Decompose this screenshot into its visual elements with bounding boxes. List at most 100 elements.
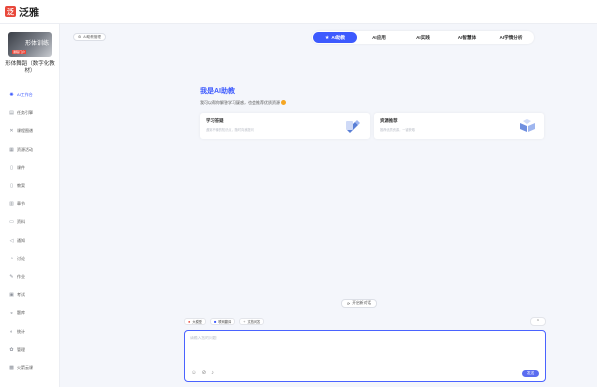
chat-input[interactable] [190, 336, 490, 346]
chevron-up-icon: ⌃ [535, 318, 541, 325]
sidebar-item[interactable]: ▦ 资源活动 [0, 141, 60, 159]
tab-item[interactable]: AI学情分析 [489, 32, 533, 43]
send-button[interactable]: 发送 [522, 370, 539, 377]
new-chat-label: 开启新对话 [352, 301, 372, 305]
course-thumbnail[interactable]: 形体训练 课程门户 [8, 32, 52, 57]
card-resource-recommend[interactable]: 资源推荐 推荐优质资源，一键获取 [374, 113, 544, 139]
feature-tabs: ★ AI助教 AI应用 AI实践 AI智慧体 AI学情分析 [312, 31, 534, 44]
grid-icon: ▦ [9, 146, 14, 153]
microphone-icon[interactable]: ♪ [211, 370, 214, 376]
sidebar-item[interactable]: ▣ 考试 [0, 286, 60, 304]
tab-item[interactable]: AI智慧体 [445, 32, 489, 43]
sidebar-item-label: 火箭云课 [17, 364, 33, 370]
sidebar-item[interactable]: ✕ 课程图谱 [0, 122, 60, 140]
ai-assistant-management-label: AI助教管理 [83, 34, 102, 39]
notebook-pen-icon [346, 120, 360, 133]
sidebar-item[interactable]: ◒ 题库 [0, 304, 60, 322]
lesson-plan-icon: ▯ [10, 183, 13, 190]
tab-label: AI助教 [331, 34, 346, 40]
question-bank-icon: ◒ [9, 310, 14, 317]
input-actions: ☺ ⊘ ♪ [191, 370, 214, 376]
sidebar-item[interactable]: ▯ 课件 [0, 159, 60, 177]
open-book-icon [520, 119, 535, 132]
sidebar-item[interactable]: ◁ 通知 [0, 232, 60, 250]
exam-icon: ▣ [9, 292, 14, 299]
doc-icon: ▯ [10, 164, 13, 171]
sidebar: 形体训练 课程门户 形体舞蹈（数字化教材） ✺ AI工作台 ▤ 任务引擎 ✕ 课程图谱 ▦ 资… [0, 24, 60, 387]
sidebar-item-label: 通知 [17, 237, 25, 243]
folder-icon: ▭ [9, 219, 14, 226]
sidebar-item-label: AI工作台 [17, 92, 33, 98]
robot-icon: ✺ [9, 92, 14, 99]
input-tool-button[interactable]: ■ 联网翻译 [209, 318, 236, 325]
logo-icon: 泛 [5, 6, 16, 17]
card-learning-qa[interactable]: 学习答疑 遇到不懂的知识点，随时向我提问 [200, 113, 370, 139]
sidebar-item-label: 考试 [17, 292, 25, 298]
chapter-icon: ▥ [9, 201, 14, 208]
sidebar-item[interactable]: ◐ 统计 [0, 322, 60, 340]
sidebar-item[interactable]: ▥ 章节 [0, 195, 60, 213]
sidebar-item-label: 课程图谱 [17, 128, 33, 134]
model-icon: ● [188, 319, 191, 324]
card-title: 学习答疑 [206, 118, 224, 123]
sidebar-item-label: 讨论 [17, 255, 25, 261]
sidebar-item-label: 教案 [17, 183, 25, 189]
sidebar-item[interactable]: ✺ AI工作台 [0, 86, 60, 104]
collapse-button[interactable]: ⌃ [530, 317, 546, 326]
sidebar-item-label: 任务引擎 [17, 110, 33, 116]
speaker-icon: ◁ [9, 237, 14, 244]
app-logo-text: 泛雅 [19, 8, 39, 19]
main-area: ⚙ AI助教管理 ★ AI助教 AI应用 AI实践 AI智慧体 AI学情分析 我是AI助教… [60, 24, 597, 387]
tab-label: AI智慧体 [457, 34, 477, 40]
input-tools: ● 大模型 ■ 联网翻译 + 文档问答 [184, 318, 265, 325]
emoji-icon[interactable]: ☺ [191, 370, 197, 376]
new-chat-button[interactable]: ⟳ 开启新对话 [341, 299, 378, 308]
sidebar-item-label: 作业 [17, 273, 25, 279]
new-chat-icon: ⟳ [347, 302, 351, 306]
tool-label: 文档问答 [247, 320, 261, 324]
rocket-icon: ▩ [9, 364, 14, 371]
tab-label: AI应用 [372, 34, 386, 40]
sidebar-item-label: 题库 [17, 310, 25, 316]
graph-icon: ✕ [9, 128, 14, 135]
sidebar-nav: ✺ AI工作台 ▤ 任务引擎 ✕ 课程图谱 ▦ 资源活动 ▯ 课件 ▯ 教案 ▥ 章节 ▭ 资料 ◁ 通知 ◔ 讨论 ✎… [0, 86, 60, 377]
sidebar-item-label: 章节 [17, 201, 25, 207]
stats-icon: ◐ [9, 328, 14, 335]
input-tool-button[interactable]: ● 大模型 [184, 318, 206, 325]
card-title: 资源推荐 [380, 118, 398, 123]
sidebar-item[interactable]: ▯ 教案 [0, 177, 60, 195]
chat-input-box: ☺ ⊘ ♪ 发送 [184, 330, 546, 382]
tool-label: 大模型 [192, 320, 202, 324]
sidebar-item-label: 资料 [17, 219, 25, 225]
ai-assistant-management-button[interactable]: ⚙ AI助教管理 [73, 33, 107, 41]
tab-label: AI学情分析 [499, 34, 523, 40]
hero-subtitle-text: 我可以帮你解答学习疑惑，也会推荐优质资源 [200, 100, 280, 105]
attachment-icon[interactable]: ⊘ [202, 370, 207, 376]
sidebar-item[interactable]: ▩ 火箭云课 [0, 359, 60, 377]
hero-subtitle: 我可以帮你解答学习疑惑，也会推荐优质资源 [200, 100, 286, 106]
tab-item[interactable]: ★ AI助教 [313, 32, 357, 43]
sidebar-item[interactable]: ✿ 管理 [0, 341, 60, 359]
hero-title: 我是AI助教 [200, 88, 235, 95]
card-description: 遇到不懂的知识点，随时向我提问 [206, 128, 254, 132]
settings-icon: ⚙ [78, 35, 82, 39]
sidebar-item[interactable]: ▤ 任务引擎 [0, 104, 60, 122]
course-thumb-title: 形体训练 [24, 40, 49, 47]
smile-emoji-icon [281, 100, 286, 105]
tab-item[interactable]: AI实践 [401, 32, 445, 43]
sidebar-item[interactable]: ◔ 讨论 [0, 250, 60, 268]
sidebar-item-label: 管理 [17, 346, 25, 352]
tool-label: 联网翻译 [218, 320, 232, 324]
sidebar-item[interactable]: ✎ 作业 [0, 268, 60, 286]
task-icon: ▤ [9, 110, 14, 117]
gear-icon: ✿ [9, 346, 14, 353]
homework-icon: ✎ [9, 273, 14, 280]
tab-label: AI实践 [416, 34, 430, 40]
plus-icon: + [243, 319, 246, 324]
input-tool-button[interactable]: + 文档问答 [239, 318, 265, 325]
sidebar-item-label: 统计 [17, 328, 25, 334]
tab-item[interactable]: AI应用 [357, 32, 401, 43]
course-name: 形体舞蹈（数字化教材） [5, 61, 55, 74]
sidebar-item[interactable]: ▭ 资料 [0, 213, 60, 231]
translate-icon: ■ [213, 319, 217, 324]
